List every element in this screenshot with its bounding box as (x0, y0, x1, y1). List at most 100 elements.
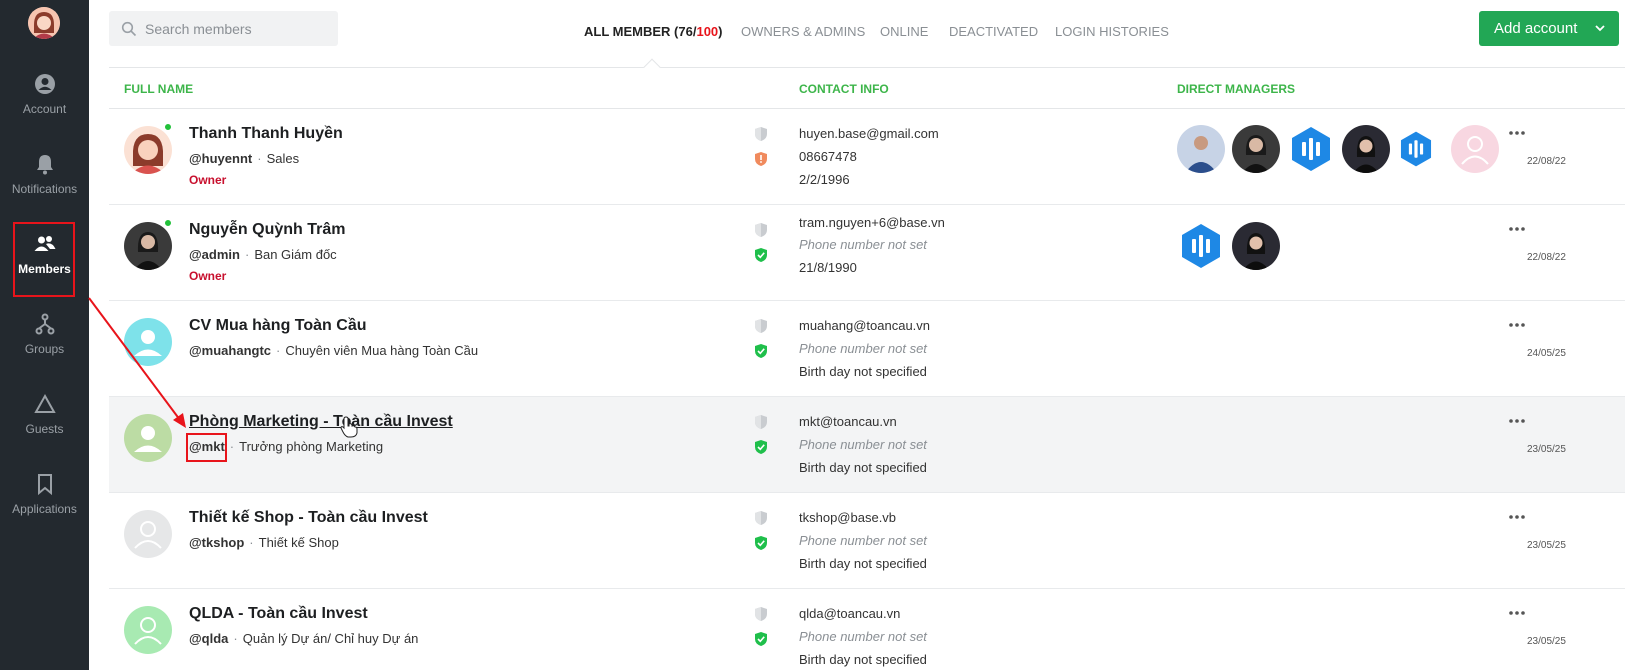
sidebar-item-account[interactable]: Account (0, 60, 89, 140)
tab-label: ALL MEMBER ( (584, 24, 679, 39)
more-options-icon[interactable] (1509, 515, 1525, 519)
sidebar-item-label: Applications (12, 502, 77, 516)
separator-dot: · (257, 151, 262, 166)
search-box[interactable] (109, 11, 338, 46)
tab-deactivated[interactable]: DEACTIVATED (949, 24, 1038, 39)
sidebar-item-groups[interactable]: Groups (0, 300, 89, 380)
avatar[interactable] (124, 510, 172, 558)
contact-birthday: Birth day not specified (799, 460, 927, 475)
more-options-icon[interactable] (1509, 323, 1525, 327)
manager-avatar[interactable] (1177, 222, 1225, 270)
verified-shield-icon[interactable] (754, 343, 768, 359)
member-name[interactable]: Phòng Marketing - Toàn cầu Invest (189, 413, 453, 431)
table-row[interactable]: Thiết kế Shop - Toàn cầu Invest @tkshop ·… (109, 493, 1625, 589)
table-row[interactable]: Phòng Marketing - Toàn cầu Invest @mkt · T… (109, 397, 1625, 493)
table-row[interactable]: QLDA - Toàn cầu Invest @qlda · Quản lý Dự … (109, 589, 1625, 670)
member-count: 76 (678, 24, 693, 39)
tab-suffix: ) (718, 24, 723, 39)
shield-icon[interactable] (754, 510, 768, 526)
table-row[interactable]: CV Mua hàng Toàn Cầu @muahangtc · Chuyên v… (109, 301, 1625, 397)
member-name[interactable]: QLDA - Toàn cầu Invest (189, 605, 368, 623)
manager-avatar[interactable] (1451, 125, 1499, 173)
sidebar-item-notifications[interactable]: Notifications (0, 140, 89, 220)
avatar[interactable] (124, 606, 172, 654)
manager-avatar[interactable] (1232, 222, 1280, 270)
member-title: Quản lý Dự án/ Chỉ huy Dự án (242, 631, 419, 646)
member-username: @admin (189, 247, 240, 262)
member-title: Trưởng phòng Marketing (239, 439, 384, 454)
sidebar-item-applications[interactable]: Applications (0, 460, 89, 540)
member-title: Ban Giám đốc (254, 247, 337, 262)
username-highlight-box (186, 433, 227, 462)
member-name[interactable]: Thanh Thanh Huyền (189, 125, 343, 143)
separator-dot: · (229, 439, 235, 454)
contact-birthday: 21/8/1990 (799, 260, 857, 275)
more-options-icon[interactable] (1509, 611, 1525, 615)
warning-shield-icon[interactable] (754, 151, 768, 167)
manager-avatar[interactable] (1342, 125, 1390, 173)
table-row[interactable]: Thanh Thanh Huyền @huyennt · Sales Owner h… (109, 109, 1625, 205)
contact-birthday: Birth day not specified (799, 556, 927, 571)
manager-avatar[interactable] (1177, 125, 1225, 173)
verified-shield-icon[interactable] (754, 439, 768, 455)
member-name[interactable]: CV Mua hàng Toàn Cầu (189, 317, 366, 335)
member-subline: @admin · Ban Giám đốc (189, 247, 337, 262)
tab-online[interactable]: ONLINE (880, 24, 928, 39)
contact-email[interactable]: muahang@toancau.vn (799, 318, 930, 333)
more-options-icon[interactable] (1509, 227, 1525, 231)
column-header-contact-info[interactable]: CONTACT INFO (799, 82, 889, 96)
verified-shield-icon[interactable] (754, 247, 768, 263)
shield-icon[interactable] (754, 126, 768, 142)
contact-email[interactable]: huyen.base@gmail.com (799, 126, 939, 141)
sidebar-item-guests[interactable]: Guests (0, 380, 89, 460)
verified-shield-icon[interactable] (754, 535, 768, 551)
shield-icon[interactable] (754, 222, 768, 238)
triangle-icon (33, 393, 56, 413)
avatar[interactable] (124, 318, 172, 366)
member-limit: 100 (696, 24, 719, 39)
bell-icon (36, 155, 53, 175)
tab-owners-admins[interactable]: OWNERS & ADMINS (741, 24, 865, 39)
avatar[interactable] (124, 222, 172, 270)
contact-phone: 08667478 (799, 149, 857, 164)
sidebar: Account Notifications Members Groups Gue… (0, 0, 89, 670)
contact-email[interactable]: qlda@toancau.vn (799, 606, 900, 621)
verified-shield-icon[interactable] (754, 631, 768, 647)
search-input[interactable] (145, 11, 330, 46)
column-header-direct-managers[interactable]: DIRECT MANAGERS (1177, 82, 1295, 96)
manager-avatar[interactable] (1287, 125, 1335, 173)
contact-email[interactable]: tram.nguyen+6@base.vn (799, 215, 945, 230)
avatar[interactable] (124, 126, 172, 174)
contact-email[interactable]: mkt@toancau.vn (799, 414, 897, 429)
current-user-avatar[interactable] (28, 7, 60, 39)
tab-all-member[interactable]: ALL MEMBER (76/100) (584, 24, 723, 39)
separator-dot: · (233, 631, 238, 646)
more-options-icon[interactable] (1509, 131, 1525, 135)
separator-dot: · (244, 247, 250, 262)
member-name[interactable]: Thiết kế Shop - Toàn cầu Invest (189, 509, 428, 527)
bookmark-icon (37, 474, 52, 496)
joined-date: 22/08/22 (1527, 156, 1566, 167)
account-icon (34, 74, 55, 94)
column-header-full-name[interactable]: FULL NAME (124, 82, 193, 96)
table-row[interactable]: Nguyễn Quỳnh Trâm @admin · Ban Giám đốc Ow… (109, 205, 1625, 301)
joined-date: 23/05/25 (1527, 444, 1566, 455)
contact-birthday: 2/2/1996 (799, 172, 850, 187)
add-account-button[interactable]: Add account (1479, 11, 1619, 46)
shield-icon[interactable] (754, 414, 768, 430)
tab-login-histories[interactable]: LOGIN HISTORIES (1055, 24, 1169, 39)
avatar[interactable] (124, 414, 172, 462)
shield-icon[interactable] (754, 318, 768, 334)
member-title: Sales (266, 151, 300, 166)
manager-avatar[interactable] (1232, 125, 1280, 173)
joined-date: 24/05/25 (1527, 348, 1566, 359)
online-status-dot (163, 122, 173, 132)
groups-icon (35, 313, 54, 335)
more-options-icon[interactable] (1509, 419, 1525, 423)
manager-avatar[interactable] (1397, 130, 1435, 168)
add-account-label: Add account (1494, 20, 1578, 37)
shield-icon[interactable] (754, 606, 768, 622)
joined-date: 22/08/22 (1527, 252, 1566, 263)
member-name[interactable]: Nguyễn Quỳnh Trâm (189, 221, 345, 239)
contact-email[interactable]: tkshop@base.vb (799, 510, 896, 525)
